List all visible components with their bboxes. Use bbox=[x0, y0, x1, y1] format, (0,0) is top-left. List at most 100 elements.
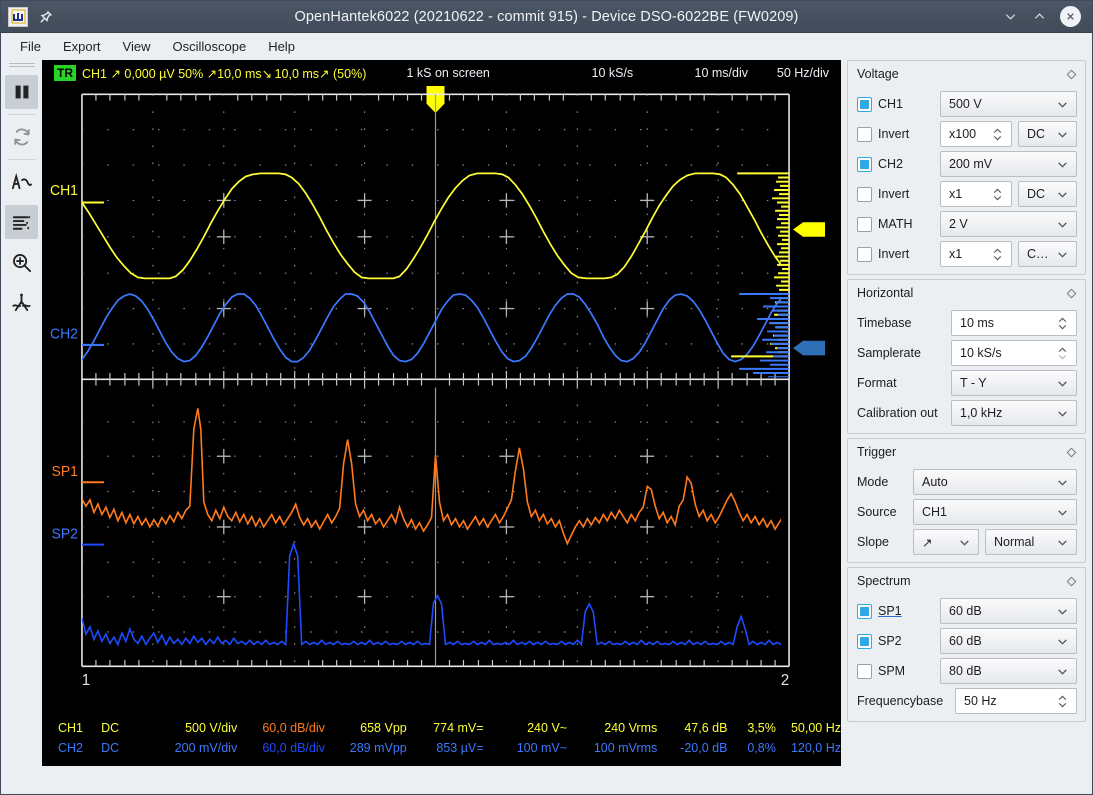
toolbar-separator bbox=[7, 159, 36, 160]
scope-plot[interactable]: CH1 CH2 SP1 SP2 1 2 bbox=[42, 86, 841, 710]
scope-canvas: CH1 CH2 SP1 SP2 1 2 bbox=[42, 86, 841, 710]
ch2-gain-select[interactable]: 200 mV bbox=[940, 151, 1077, 177]
sp1-enable-checkbox[interactable] bbox=[857, 603, 872, 619]
trigger-source-value: CH1 bbox=[922, 505, 948, 519]
trigger-panel-title: Trigger bbox=[848, 439, 1085, 465]
sampling-button[interactable] bbox=[5, 165, 38, 199]
window-title: OpenHantek6022 (20210622 - commit 915) -… bbox=[294, 8, 799, 25]
spinbox-arrows-icon[interactable] bbox=[1056, 345, 1069, 361]
ch1-row: CH1 500 V bbox=[857, 91, 1077, 117]
chevron-down-icon bbox=[1056, 476, 1069, 489]
spectrum-panel: Spectrum SP1 60 dB SP2 60 dB SPM 80 dB F… bbox=[847, 567, 1086, 722]
float-panel-icon[interactable] bbox=[1066, 288, 1077, 299]
ch1-label: CH1 bbox=[878, 97, 904, 111]
ch1-coupling-select[interactable]: DC bbox=[1018, 121, 1077, 147]
voltage-panel-title: Voltage bbox=[848, 61, 1085, 87]
main-body: TR CH1 ↗ 0,000 µV 50% ↗10,0 ms↘ 10,0 ms↗… bbox=[1, 60, 1092, 766]
calibration-select[interactable]: 1,0 kHz bbox=[951, 400, 1077, 426]
math-label: MATH bbox=[878, 217, 913, 231]
scope-display[interactable]: TR CH1 ↗ 0,000 µV 50% ↗10,0 ms↘ 10,0 ms↗… bbox=[42, 60, 841, 710]
float-panel-icon[interactable] bbox=[1066, 69, 1077, 80]
math-gain-select[interactable]: 2 V bbox=[940, 211, 1077, 237]
measure-button[interactable] bbox=[5, 285, 38, 319]
chevron-down-icon bbox=[1056, 635, 1069, 648]
spm-enable-checkbox[interactable] bbox=[857, 663, 872, 679]
float-panel-icon[interactable] bbox=[1066, 576, 1077, 587]
spm-row: SPM 80 dB bbox=[857, 658, 1077, 684]
meas-ch1-vpp: 658 Vpp bbox=[360, 721, 407, 735]
float-panel-icon[interactable] bbox=[1066, 447, 1077, 458]
trigger-source-label: Source bbox=[857, 505, 897, 519]
toolbar-drag-handle[interactable] bbox=[8, 63, 35, 69]
sp1-row: SP1 60 dB bbox=[857, 598, 1077, 624]
meas-ch1-dc: 774 mV= bbox=[433, 721, 484, 735]
ch2-invert-label: Invert bbox=[878, 187, 910, 201]
trigger-status-badge[interactable]: TR bbox=[54, 65, 76, 81]
math-enable-checkbox[interactable] bbox=[857, 216, 872, 232]
spinbox-arrows-icon[interactable] bbox=[991, 126, 1004, 142]
restart-button[interactable] bbox=[5, 120, 38, 154]
math-probe-spinbox[interactable]: x1 bbox=[940, 241, 1012, 267]
math-mode-select[interactable]: CH1 AC bbox=[1018, 241, 1077, 267]
frequencybase-value: 50 Hz bbox=[964, 694, 997, 708]
meas-ch1-vdiv: 500 V/div bbox=[185, 721, 238, 735]
menu-bar: File Export View Oscilloscope Help bbox=[1, 33, 1092, 60]
minimize-button[interactable] bbox=[1002, 8, 1019, 25]
trigger-slope-select[interactable]: ↗ bbox=[913, 529, 979, 555]
ch1-probe-spinbox[interactable]: x100 bbox=[940, 121, 1012, 147]
sp1-label: SP1 bbox=[878, 604, 902, 618]
format-label: Format bbox=[857, 376, 897, 390]
ch1-invert-checkbox[interactable] bbox=[857, 126, 872, 142]
spectrum-button[interactable] bbox=[5, 205, 38, 239]
samplerate-label: 10 kS/s bbox=[591, 66, 634, 80]
timebase-label: Timebase bbox=[857, 316, 912, 330]
menu-export[interactable]: Export bbox=[52, 35, 112, 58]
trigger-mode-value: Auto bbox=[922, 475, 948, 489]
ch1-probe-value: x100 bbox=[949, 127, 977, 141]
chevron-down-icon bbox=[1056, 377, 1069, 390]
ch2-coupling-select[interactable]: DC bbox=[1018, 181, 1077, 207]
toolbar-separator bbox=[7, 114, 36, 115]
sp2-magnitude-select[interactable]: 60 dB bbox=[940, 628, 1077, 654]
menu-file[interactable]: File bbox=[9, 35, 52, 58]
sp2-enable-checkbox[interactable] bbox=[857, 633, 872, 649]
spm-magnitude-select[interactable]: 80 dB bbox=[940, 658, 1077, 684]
chevron-down-icon bbox=[1056, 98, 1069, 111]
format-select[interactable]: T - Y bbox=[951, 370, 1077, 396]
menu-view[interactable]: View bbox=[112, 35, 162, 58]
ch2-enable-checkbox[interactable] bbox=[857, 156, 872, 172]
ch1-gain-select[interactable]: 500 V bbox=[940, 91, 1077, 117]
menu-help[interactable]: Help bbox=[257, 35, 306, 58]
spinbox-arrows-icon[interactable] bbox=[1056, 693, 1069, 709]
meas-ch2-freq: 120,0 Hz bbox=[790, 741, 841, 755]
samplerate-spinbox[interactable]: 10 kS/s bbox=[951, 340, 1077, 366]
timebase-spinbox[interactable]: 10 ms bbox=[951, 310, 1077, 336]
maximize-button[interactable] bbox=[1031, 8, 1048, 25]
trigger-source-select[interactable]: CH1 bbox=[913, 499, 1077, 525]
meas-ch2-vdiv: 200 mV/div bbox=[174, 741, 238, 755]
pin-icon[interactable] bbox=[38, 9, 54, 25]
zoom-button[interactable] bbox=[5, 245, 38, 279]
trigger-mode-select[interactable]: Auto bbox=[913, 469, 1077, 495]
spinbox-arrows-icon[interactable] bbox=[1056, 315, 1069, 331]
chevron-down-icon bbox=[1056, 158, 1069, 171]
trigger-slope-value: ↗ bbox=[922, 535, 933, 550]
spinbox-arrows-icon[interactable] bbox=[991, 186, 1004, 202]
sp1-magnitude-select[interactable]: 60 dB bbox=[940, 598, 1077, 624]
ch2-invert-checkbox[interactable] bbox=[857, 186, 872, 202]
spinbox-arrows-icon[interactable] bbox=[991, 246, 1004, 262]
math-invert-checkbox[interactable] bbox=[857, 246, 872, 262]
ch1-enable-checkbox[interactable] bbox=[857, 96, 872, 112]
menu-oscilloscope[interactable]: Oscilloscope bbox=[161, 35, 257, 58]
close-button[interactable] bbox=[1060, 6, 1081, 27]
ch2-label: CH2 bbox=[878, 157, 904, 171]
trigger-source-row: Source CH1 bbox=[857, 499, 1077, 525]
frequencybase-spinbox[interactable]: 50 Hz bbox=[955, 688, 1077, 714]
ch2-probe-spinbox[interactable]: x1 bbox=[940, 181, 1012, 207]
trigger-slope-mode-select[interactable]: Normal bbox=[985, 529, 1077, 555]
trigger-mode-row: Mode Auto bbox=[857, 469, 1077, 495]
math-invert-label: Invert bbox=[878, 247, 910, 261]
pause-button[interactable] bbox=[5, 75, 38, 109]
meas-ch2-dc: 853 µV= bbox=[436, 741, 484, 755]
sp1-magnitude-value: 60 dB bbox=[949, 604, 982, 618]
